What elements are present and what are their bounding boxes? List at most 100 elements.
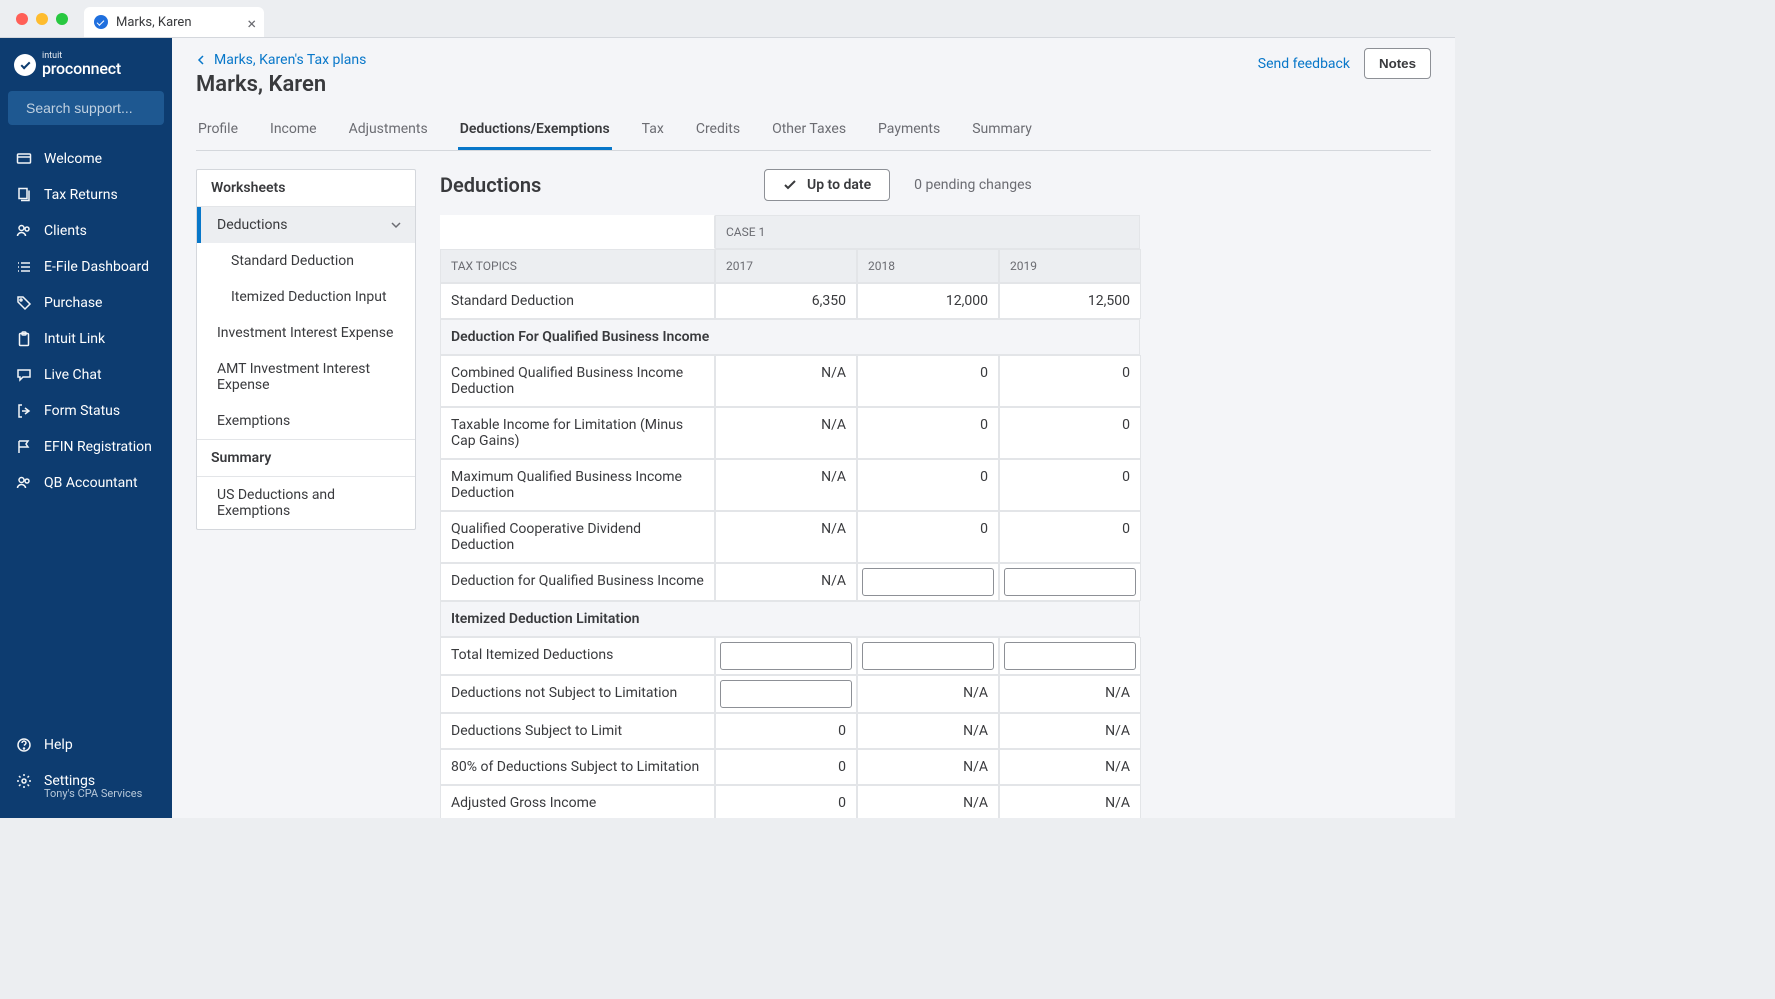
deductions-title: Deductions	[440, 173, 740, 197]
value-cell	[999, 637, 1141, 675]
deductions-area: Deductions Up to date 0 pending changes …	[440, 169, 1431, 818]
worksheets-panel: Worksheets Deductions Standard Deduction…	[196, 169, 416, 530]
worksheet-amt-investment-interest[interactable]: AMT Investment Interest Expense	[197, 351, 415, 403]
value-input[interactable]	[720, 680, 852, 708]
notes-button[interactable]: Notes	[1364, 48, 1431, 79]
value-cell[interactable]: N/A	[999, 749, 1141, 785]
intuit-favicon-icon	[94, 15, 108, 29]
value-cell	[857, 563, 999, 601]
worksheet-deductions[interactable]: Deductions	[197, 207, 415, 243]
nav-efin-registration[interactable]: EFIN Registration	[0, 429, 172, 465]
worksheet-investment-interest[interactable]: Investment Interest Expense	[197, 315, 415, 351]
nav-welcome[interactable]: Welcome	[0, 141, 172, 177]
search-box[interactable]	[8, 91, 164, 125]
value-cell[interactable]: N/A	[715, 459, 857, 511]
nav-intuit-link[interactable]: Intuit Link	[0, 321, 172, 357]
value-cell[interactable]: 0	[999, 355, 1141, 407]
tab-summary[interactable]: Summary	[970, 111, 1034, 150]
value-cell[interactable]: 0	[715, 785, 857, 818]
value-cell[interactable]: N/A	[715, 511, 857, 563]
nav-efile-dashboard[interactable]: E-File Dashboard	[0, 249, 172, 285]
value-cell[interactable]: 0	[999, 511, 1141, 563]
value-input[interactable]	[720, 642, 852, 670]
value-cell[interactable]: N/A	[999, 713, 1141, 749]
value-cell[interactable]: N/A	[857, 785, 999, 818]
value-input[interactable]	[1004, 568, 1136, 596]
nav-label: Tax Returns	[44, 187, 118, 203]
value-input[interactable]	[862, 642, 994, 670]
row-label: Total Itemized Deductions	[440, 637, 715, 675]
value-cell[interactable]: N/A	[857, 749, 999, 785]
brand-logo[interactable]: intuit proconnect	[0, 46, 172, 85]
tab-adjustments[interactable]: Adjustments	[347, 111, 430, 150]
chevron-left-icon	[196, 55, 206, 65]
tab-credits[interactable]: Credits	[694, 111, 742, 150]
window-close[interactable]	[16, 13, 28, 25]
value-cell[interactable]: 0	[715, 749, 857, 785]
nav-qb-accountant[interactable]: QB Accountant	[0, 465, 172, 501]
tab-other-taxes[interactable]: Other Taxes	[770, 111, 848, 150]
value-cell[interactable]: N/A	[857, 675, 999, 713]
value-input[interactable]	[1004, 642, 1136, 670]
value-cell	[999, 563, 1141, 601]
status-label: Up to date	[807, 177, 871, 193]
nav-tax-returns[interactable]: Tax Returns	[0, 177, 172, 213]
value-cell[interactable]: 0	[857, 407, 999, 459]
value-cell[interactable]: N/A	[715, 355, 857, 407]
tab-tax[interactable]: Tax	[640, 111, 666, 150]
worksheet-standard-deduction[interactable]: Standard Deduction	[197, 243, 415, 279]
worksheet-label: Deductions	[217, 217, 287, 233]
value-cell[interactable]: 0	[857, 459, 999, 511]
value-cell[interactable]: 12,500	[999, 283, 1141, 319]
section-tabs: Profile Income Adjustments Deductions/Exemp…	[196, 111, 1431, 151]
close-tab-icon[interactable]: ×	[247, 14, 256, 33]
brand-main: proconnect	[42, 61, 121, 77]
chevron-down-icon	[391, 220, 401, 230]
primary-nav: Welcome Tax Returns Clients E-File Dashb…	[0, 141, 172, 501]
nav-label: QB Accountant	[44, 475, 138, 491]
send-feedback-link[interactable]: Send feedback	[1258, 56, 1350, 72]
value-cell[interactable]: 0	[999, 407, 1141, 459]
value-cell[interactable]: 0	[857, 511, 999, 563]
value-cell[interactable]: N/A	[715, 407, 857, 459]
status-button[interactable]: Up to date	[764, 169, 890, 201]
people-icon	[16, 475, 32, 491]
tab-profile[interactable]: Profile	[196, 111, 240, 150]
value-cell[interactable]: 6,350	[715, 283, 857, 319]
nav-live-chat[interactable]: Live Chat	[0, 357, 172, 393]
pending-changes: 0 pending changes	[914, 177, 1032, 193]
tab-deductions-exemptions[interactable]: Deductions/Exemptions	[458, 111, 612, 150]
browser-tab[interactable]: Marks, Karen ×	[84, 7, 264, 37]
value-cell[interactable]: N/A	[715, 563, 857, 601]
year-header-2018: 2018	[857, 249, 999, 283]
worksheet-us-deductions[interactable]: US Deductions and Exemptions	[197, 477, 415, 529]
tab-income[interactable]: Income	[268, 111, 319, 150]
check-icon	[783, 178, 797, 192]
case-header: CASE 1	[715, 215, 1140, 249]
tab-title: Marks, Karen	[116, 15, 192, 30]
worksheet-exemptions[interactable]: Exemptions	[197, 403, 415, 439]
row-label: Deductions not Subject to Limitation	[440, 675, 715, 713]
breadcrumb[interactable]: Marks, Karen's Tax plans	[196, 52, 366, 68]
value-cell[interactable]: 0	[857, 355, 999, 407]
nav-clients[interactable]: Clients	[0, 213, 172, 249]
window-zoom[interactable]	[56, 13, 68, 25]
value-cell[interactable]: 12,000	[857, 283, 999, 319]
nav-form-status[interactable]: Form Status	[0, 393, 172, 429]
worksheet-itemized-deduction-input[interactable]: Itemized Deduction Input	[197, 279, 415, 315]
breadcrumb-label: Marks, Karen's Tax plans	[214, 52, 366, 68]
value-cell[interactable]: N/A	[999, 785, 1141, 818]
value-cell[interactable]: N/A	[999, 675, 1141, 713]
row-label: 80% of Deductions Subject to Limitation	[440, 749, 715, 785]
nav-help[interactable]: Help	[0, 727, 172, 763]
value-cell[interactable]: N/A	[857, 713, 999, 749]
value-input[interactable]	[862, 568, 994, 596]
clipboard-icon	[16, 331, 32, 347]
nav-label: Help	[44, 737, 73, 753]
tab-payments[interactable]: Payments	[876, 111, 942, 150]
value-cell[interactable]: 0	[715, 713, 857, 749]
value-cell[interactable]: 0	[999, 459, 1141, 511]
deductions-grid: CASE 1TAX TOPICS201720182019Standard Ded…	[440, 215, 1140, 818]
window-minimize[interactable]	[36, 13, 48, 25]
nav-purchase[interactable]: Purchase	[0, 285, 172, 321]
